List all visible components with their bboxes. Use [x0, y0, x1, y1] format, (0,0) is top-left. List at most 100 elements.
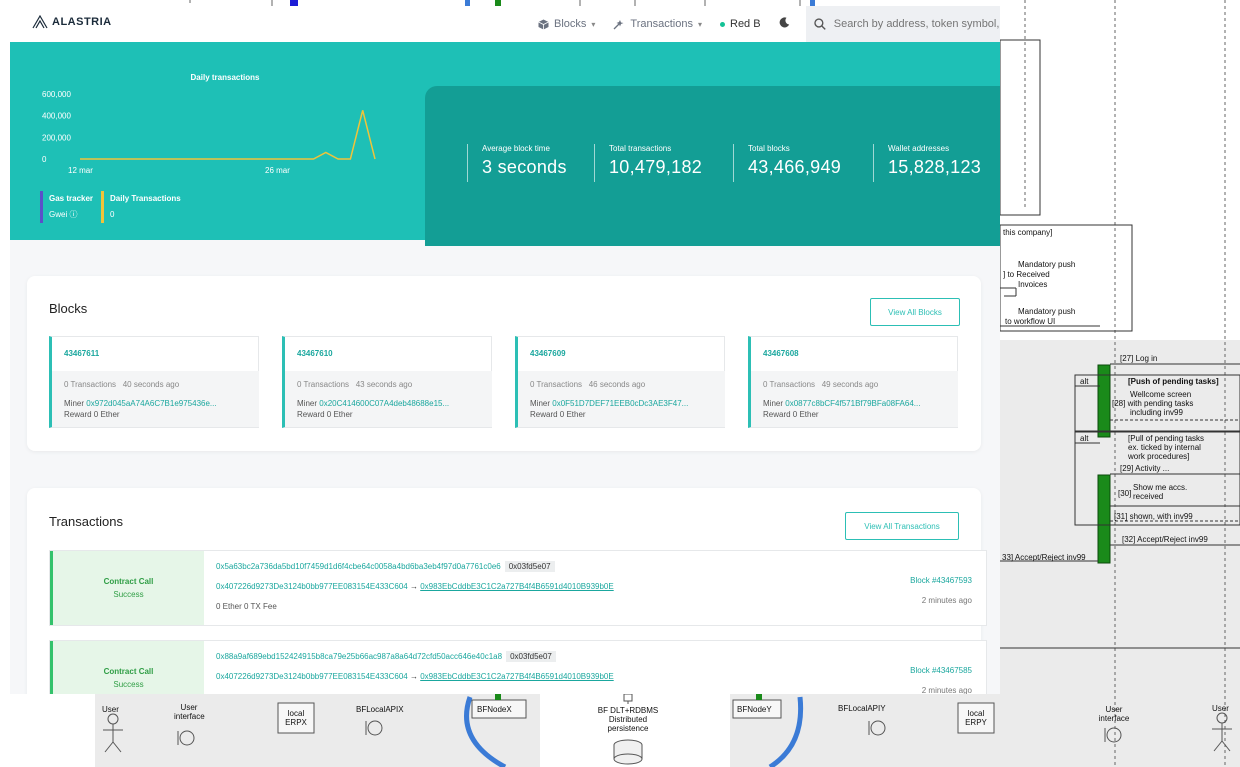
chart-title: Daily transactions: [191, 73, 260, 82]
block-card[interactable]: 43467608 0 Transactions 49 seconds ago M…: [748, 336, 958, 428]
top-navbar: ALASTRIA Blocks ▾ Transactions ▾ Red B: [10, 6, 1000, 42]
x-tick-label: 26 mar: [265, 166, 290, 175]
gas-tracker-card: Gas tracker Gwei ⓘ: [40, 191, 93, 223]
block-link[interactable]: Block #43467585: [910, 665, 972, 677]
transaction-hash[interactable]: 0x5a63bc2a736da5bd10f7459d1d6f4cbe64c005…: [216, 562, 501, 571]
transaction-row[interactable]: Contract Call Success 0x5a63bc2a736da5bd…: [49, 550, 987, 626]
search-icon: [814, 18, 826, 30]
blocks-title: Blocks: [49, 301, 88, 316]
block-number[interactable]: 43467608: [763, 349, 799, 358]
diagram-label: [31] shown, with inv99: [1114, 512, 1193, 521]
actor-label: User: [1212, 704, 1229, 713]
actor-label: User interface: [174, 703, 205, 722]
daily-transactions-value: 0: [110, 210, 115, 219]
gas-tracker-label: Gas tracker: [49, 194, 94, 203]
actor-label: BF DLT+RDBMS Distributed persistence: [597, 706, 659, 734]
diagram-label: [Push of pending tasks]: [1128, 377, 1219, 386]
transaction-meta: Block #43467593 2 minutes ago: [910, 575, 972, 607]
diagram-label: Wellcome screen: [1130, 390, 1192, 399]
block-explorer-window: ALASTRIA Blocks ▾ Transactions ▾ Red B S…: [10, 6, 1000, 694]
diagram-label: 33] Accept/Reject inv99: [1002, 553, 1086, 562]
blocks-panel: Blocks View All Blocks 43467611 0 Transa…: [27, 276, 981, 451]
diagram-label: to workflow UI: [1005, 317, 1056, 326]
block-details: 0 Transactions 43 seconds ago Miner 0x20…: [285, 371, 492, 427]
nav-transactions-label: Transactions: [630, 18, 693, 30]
y-tick-label: 400,000: [42, 112, 71, 121]
y-tick-label: 0: [42, 155, 47, 164]
miner-address[interactable]: 0x20C414600C07A4deb48688e15...: [319, 399, 449, 408]
view-all-transactions-button[interactable]: View All Transactions: [845, 512, 959, 540]
nav-menu: Blocks ▾ Transactions ▾ Red B: [538, 6, 802, 42]
to-address[interactable]: 0x983EbCddbE3C1C2a727B4f4B6591d4010B939b…: [420, 582, 614, 591]
transaction-row[interactable]: Contract Call Success 0x88a9af689ebd1524…: [49, 640, 987, 694]
actor-label: User: [102, 705, 119, 714]
diagram-label: alt: [1080, 377, 1089, 386]
actor-label: User interface: [1098, 705, 1130, 724]
diagram-label: Mandatory push: [1018, 260, 1076, 269]
transaction-type: Contract Call Success: [50, 641, 204, 694]
daily-transactions-label: Daily Transactions: [110, 194, 181, 203]
miner-address[interactable]: 0x0F51D7DEF71EEB0cDc3AE3F47...: [552, 399, 688, 408]
actor-label: BFNodeY: [737, 705, 772, 714]
from-address[interactable]: 0x407226d9273De3124b0bb977EE083154E433C6…: [216, 582, 408, 591]
block-card[interactable]: 43467611 0 Transactions 40 seconds ago M…: [49, 336, 259, 428]
block-card[interactable]: 43467609 0 Transactions 46 seconds ago M…: [515, 336, 725, 428]
stat-average-block-time: Average block time 3 seconds: [467, 144, 567, 182]
diagram-label: [28] with pending tasks: [1112, 399, 1194, 408]
block-card[interactable]: 43467610 0 Transactions 43 seconds ago M…: [282, 336, 492, 428]
block-number[interactable]: 43467611: [64, 349, 99, 358]
from-address[interactable]: 0x407226d9273De3124b0bb977EE083154E433C6…: [216, 672, 408, 681]
chevron-down-icon: ▾: [591, 19, 596, 29]
info-icon[interactable]: ⓘ: [69, 210, 77, 219]
to-address[interactable]: 0x983EbCddbE3C1C2a727B4f4B6591d4010B939b…: [420, 672, 614, 681]
miner-address[interactable]: 0x972d045aA74A6C7B1e975436e...: [86, 399, 216, 408]
block-link[interactable]: Block #43467593: [910, 575, 972, 587]
block-details: 0 Transactions 40 seconds ago Miner 0x97…: [52, 371, 259, 427]
gas-tracker-panel: Gas tracker Gwei ⓘ Daily Transactions 0: [40, 191, 181, 223]
actor-label: local ERPY: [965, 709, 987, 728]
alastria-logo-icon: [32, 15, 48, 29]
moon-icon: [779, 17, 789, 28]
transactions-icon: [613, 19, 624, 29]
diagram-label: ex. ticked by internal: [1128, 443, 1201, 452]
brand-logo[interactable]: ALASTRIA: [32, 15, 112, 29]
x-tick-label: 12 mar: [68, 166, 93, 175]
transaction-type: Contract Call Success: [50, 551, 204, 625]
status-badge: Success: [113, 680, 144, 689]
block-details: 0 Transactions 49 seconds ago Miner 0x08…: [751, 371, 958, 427]
search-bar: [806, 6, 1000, 42]
daily-transactions-card: Daily Transactions 0: [101, 191, 181, 223]
block-details: 0 Transactions 46 seconds ago Miner 0x0F…: [518, 371, 725, 427]
nav-transactions[interactable]: Transactions ▾: [613, 18, 702, 30]
diagram-label: Show me accs.: [1133, 483, 1188, 492]
actor-label: BFLocalAPIX: [356, 705, 404, 714]
diagram-label: [27] Log in: [1120, 354, 1158, 363]
miner-address[interactable]: 0x0877c8bCF4f571Bf79BFa08FA64...: [785, 399, 920, 408]
diagram-label: [29] Activity ...: [1120, 464, 1170, 473]
nav-blocks-label: Blocks: [554, 18, 587, 30]
transaction-age: 2 minutes ago: [921, 686, 972, 694]
method-badge: 0x03fd5e07: [506, 651, 556, 662]
actor-label: BFLocalAPIY: [838, 704, 886, 713]
diagram-label: ] to Received: [1003, 270, 1050, 279]
chevron-down-icon: ▾: [697, 19, 702, 29]
view-all-blocks-button[interactable]: View All Blocks: [870, 298, 960, 326]
diagram-label: this company]: [1003, 228, 1053, 237]
transaction-hash[interactable]: 0x88a9af689ebd152424915b8ca79e25b66ac987…: [216, 652, 502, 661]
diagram-label: Invoices: [1018, 280, 1048, 289]
transactions-title: Transactions: [49, 514, 123, 529]
y-tick-label: 200,000: [42, 133, 71, 142]
y-tick-label: 600,000: [42, 90, 71, 99]
transaction-age: 2 minutes ago: [921, 596, 972, 605]
actor-label: local ERPX: [285, 709, 307, 728]
search-input[interactable]: [833, 18, 1000, 30]
network-selector[interactable]: Red B: [720, 18, 761, 30]
block-number[interactable]: 43467610: [297, 349, 333, 358]
dark-mode-toggle[interactable]: [779, 17, 790, 31]
chart-series-line: [80, 110, 376, 160]
diagram-label: alt: [1080, 434, 1089, 443]
diagram-label: received: [1133, 492, 1164, 501]
nav-blocks[interactable]: Blocks ▾: [538, 18, 595, 30]
network-stats-panel: Average block time 3 seconds Total trans…: [425, 86, 1000, 246]
block-number[interactable]: 43467609: [530, 349, 566, 358]
